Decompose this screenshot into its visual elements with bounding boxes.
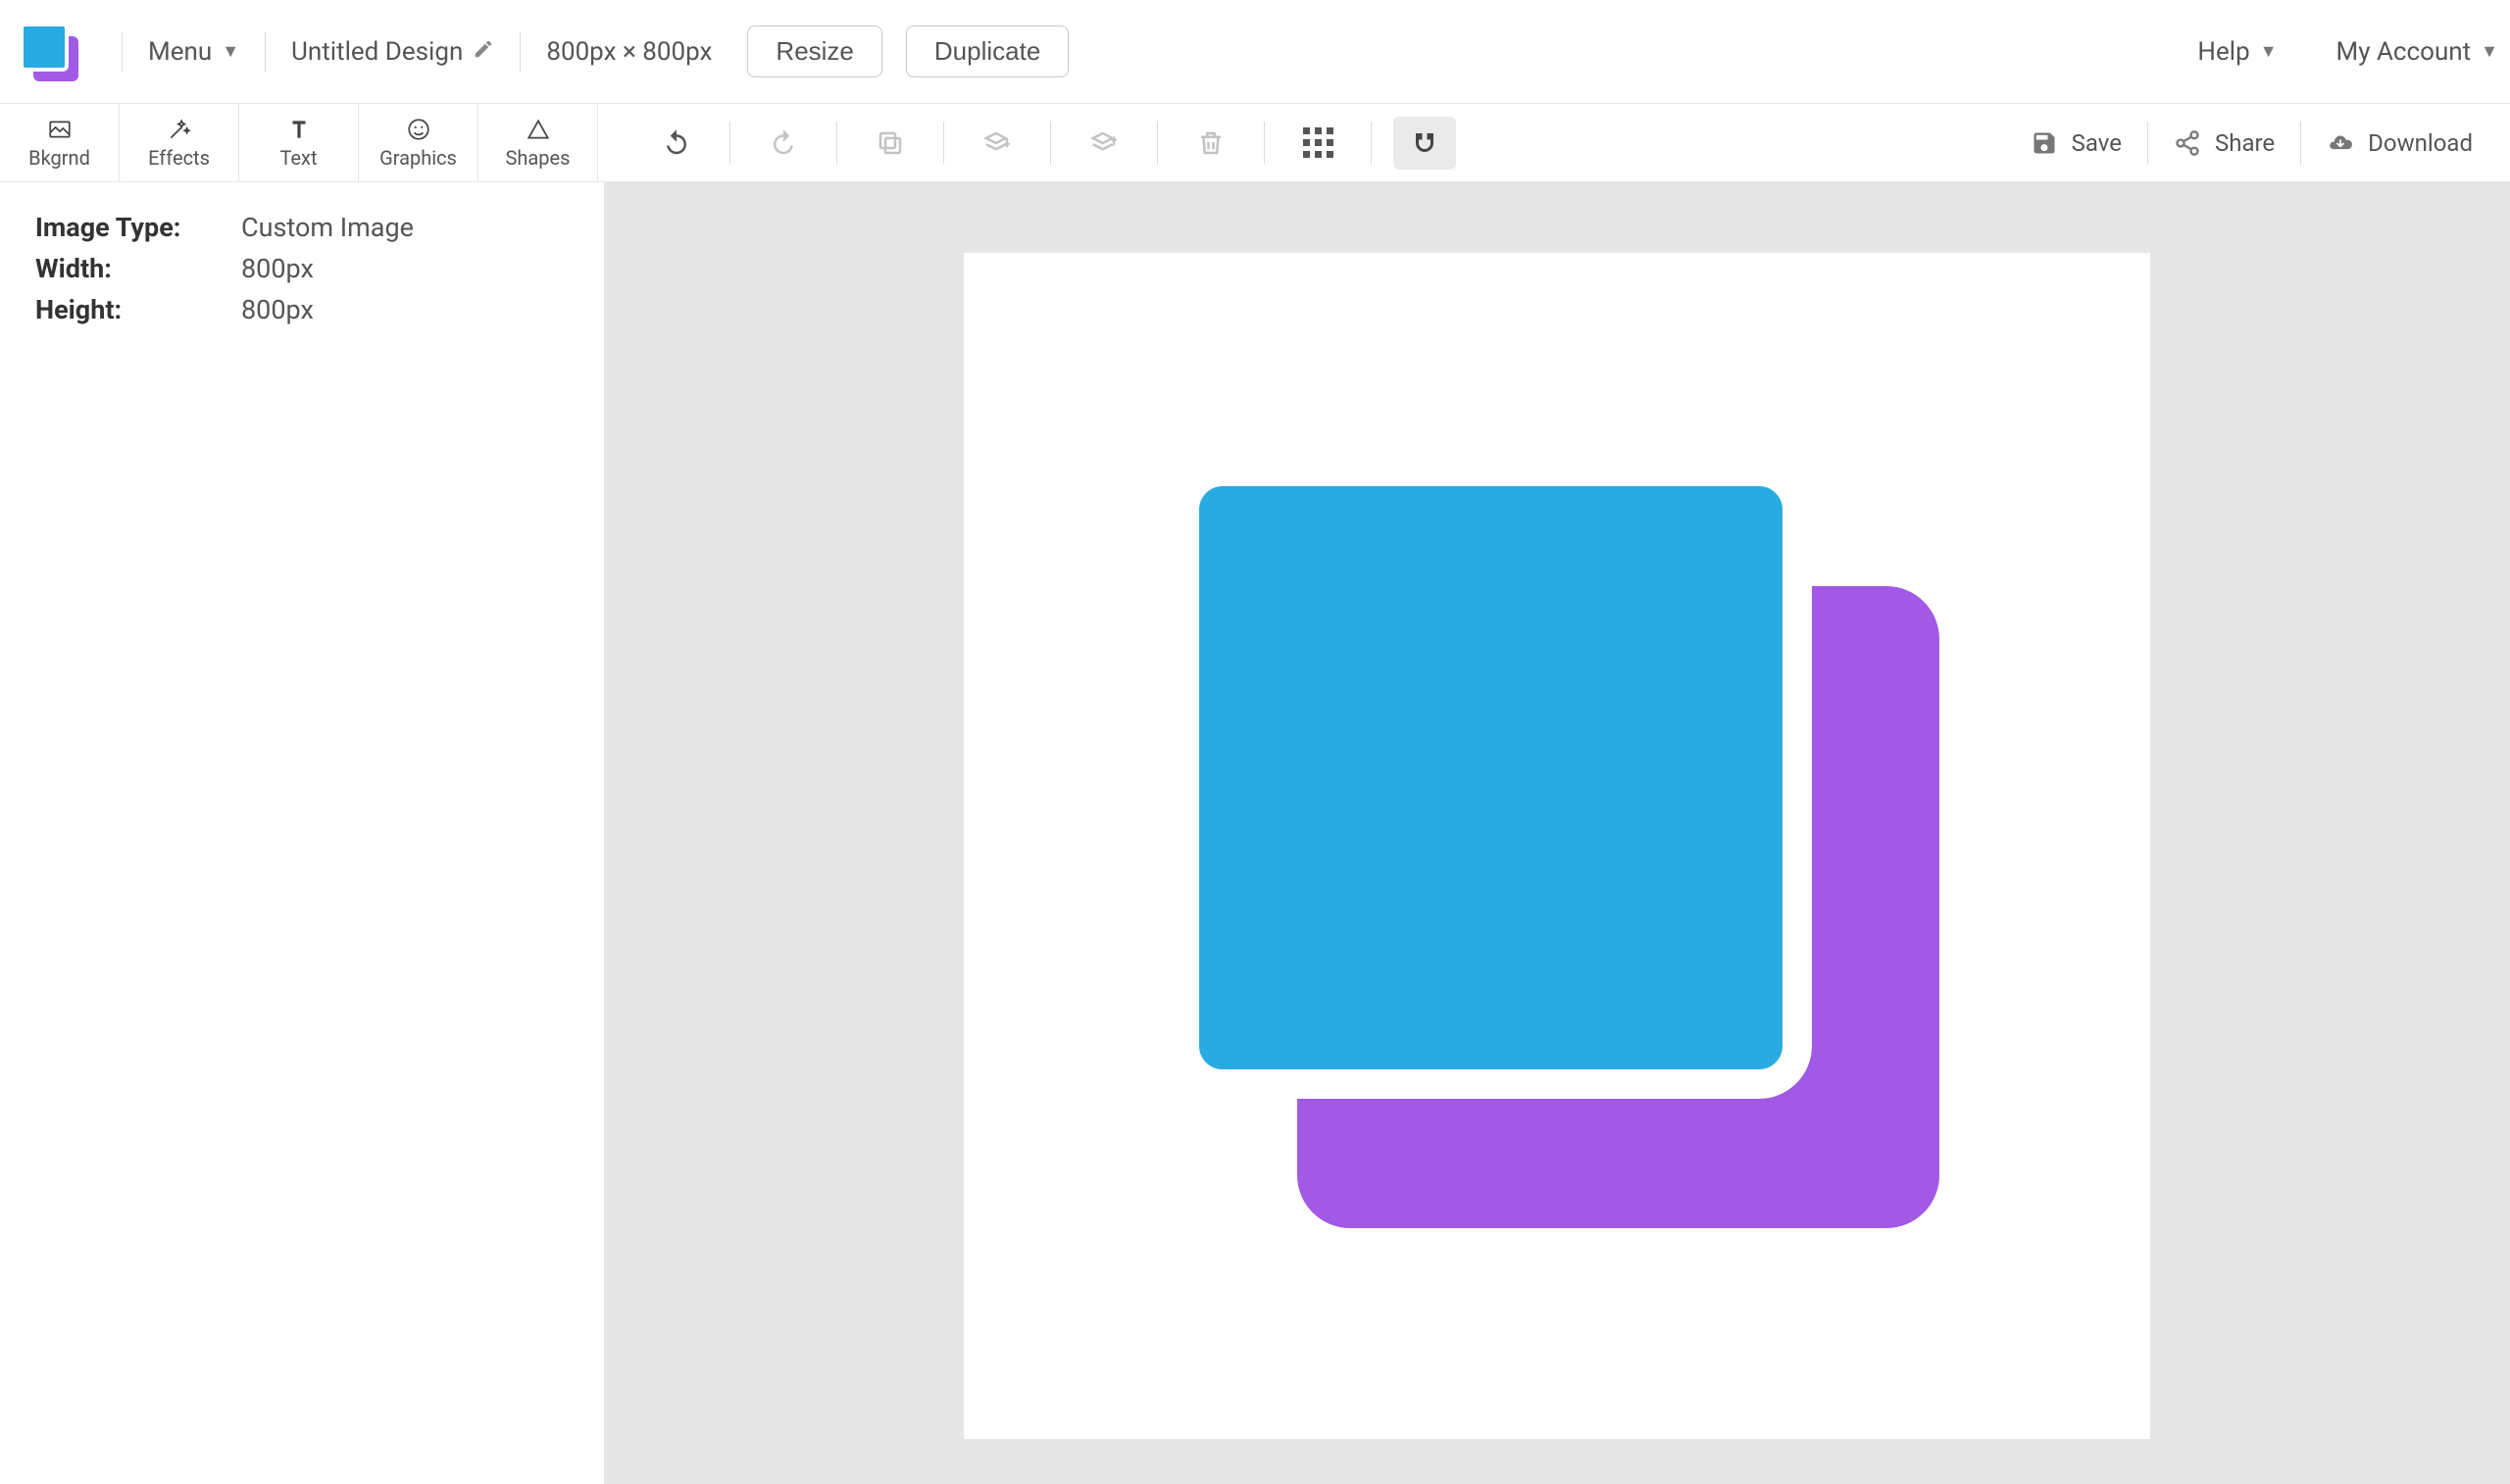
toolbar-separator	[836, 122, 837, 165]
toolbar-separator	[1264, 122, 1265, 165]
resize-button[interactable]: Resize	[747, 25, 881, 77]
design-title[interactable]: Untitled Design	[291, 37, 494, 67]
save-label: Save	[2072, 129, 2122, 157]
magnet-icon	[1410, 128, 1439, 158]
properties-panel: Image Type: Custom Image Width: 800px He…	[0, 182, 604, 1484]
header-separator	[122, 32, 123, 72]
toolbar-separator	[729, 122, 730, 165]
account-dropdown[interactable]: My Account ▼	[2336, 37, 2498, 67]
design-title-text: Untitled Design	[291, 37, 463, 67]
pencil-icon	[473, 37, 494, 67]
tab-shapes[interactable]: Shapes	[478, 104, 598, 181]
tab-effects[interactable]: Effects	[120, 104, 239, 181]
canvas-viewport[interactable]	[604, 182, 2510, 1484]
copy-button[interactable]	[859, 117, 922, 170]
tab-graphics[interactable]: Graphics	[359, 104, 478, 181]
app-header: Menu ▼ Untitled Design 800px × 800px Res…	[0, 0, 2510, 104]
undo-icon	[662, 128, 691, 158]
caret-down-icon: ▼	[2260, 41, 2278, 62]
edit-tools	[598, 104, 2005, 181]
cloud-download-icon	[2327, 129, 2354, 157]
download-button[interactable]: Download	[2301, 129, 2498, 157]
tab-label: Shapes	[506, 146, 571, 170]
layer-up-button[interactable]	[1073, 117, 1135, 170]
help-label: Help	[2197, 37, 2249, 67]
width-label: Width:	[35, 253, 241, 284]
tab-label: Text	[279, 146, 317, 170]
image-type-label: Image Type:	[35, 212, 241, 243]
menu-label: Menu	[148, 37, 212, 67]
layers-down-icon	[982, 128, 1012, 158]
editor-toolbar: Bkgrnd Effects Text Graphics Shapes	[0, 104, 2510, 182]
right-tools: Save Share Download	[2005, 104, 2510, 181]
image-type-value: Custom Image	[241, 212, 414, 243]
delete-button[interactable]	[1180, 117, 1242, 170]
canvas-dimensions: 800px × 800px	[546, 37, 712, 67]
caret-down-icon: ▼	[222, 41, 239, 62]
image-icon	[47, 117, 73, 142]
grid-icon	[1303, 127, 1333, 158]
info-row-image-type: Image Type: Custom Image	[35, 212, 569, 243]
share-icon	[2174, 129, 2201, 157]
info-row-width: Width: 800px	[35, 253, 569, 284]
tab-label: Graphics	[379, 146, 457, 170]
info-row-height: Height: 800px	[35, 294, 569, 325]
menu-dropdown[interactable]: Menu ▼	[148, 37, 239, 67]
design-canvas[interactable]	[964, 253, 2150, 1439]
layer-down-button[interactable]	[966, 117, 1029, 170]
tab-label: Bkgrnd	[28, 146, 90, 170]
wand-icon	[167, 117, 192, 142]
redo-button[interactable]	[752, 117, 815, 170]
logo-front-square	[20, 23, 69, 72]
height-label: Height:	[35, 294, 241, 325]
tab-label: Effects	[148, 146, 210, 170]
text-icon	[286, 117, 312, 142]
share-label: Share	[2215, 129, 2275, 157]
duplicate-button[interactable]: Duplicate	[906, 25, 1069, 77]
app-logo[interactable]	[20, 23, 78, 81]
save-button[interactable]: Save	[2005, 129, 2147, 157]
help-dropdown[interactable]: Help ▼	[2197, 37, 2277, 67]
save-icon	[2031, 129, 2058, 157]
width-value: 800px	[241, 253, 314, 284]
smiley-icon	[406, 117, 431, 142]
download-label: Download	[2368, 129, 2473, 157]
toolbar-separator	[1157, 122, 1158, 165]
undo-button[interactable]	[645, 117, 708, 170]
tab-text[interactable]: Text	[239, 104, 359, 181]
toolbar-separator	[943, 122, 944, 165]
snap-button[interactable]	[1393, 117, 1456, 170]
account-label: My Account	[2336, 37, 2472, 67]
main-area: Image Type: Custom Image Width: 800px He…	[0, 182, 2510, 1484]
grid-button[interactable]	[1286, 117, 1349, 170]
toolbar-separator	[1371, 122, 1372, 165]
copy-icon	[876, 128, 905, 158]
share-button[interactable]: Share	[2148, 129, 2300, 157]
header-separator	[265, 32, 266, 72]
redo-icon	[769, 128, 798, 158]
trash-icon	[1196, 128, 1226, 158]
shape-rounded-rect-blue[interactable]	[1170, 457, 1812, 1099]
header-separator	[520, 32, 521, 72]
layers-up-icon	[1089, 128, 1119, 158]
tab-background[interactable]: Bkgrnd	[0, 104, 120, 181]
toolbar-separator	[1050, 122, 1051, 165]
triangle-icon	[526, 117, 551, 142]
caret-down-icon: ▼	[2481, 41, 2498, 62]
height-value: 800px	[241, 294, 314, 325]
